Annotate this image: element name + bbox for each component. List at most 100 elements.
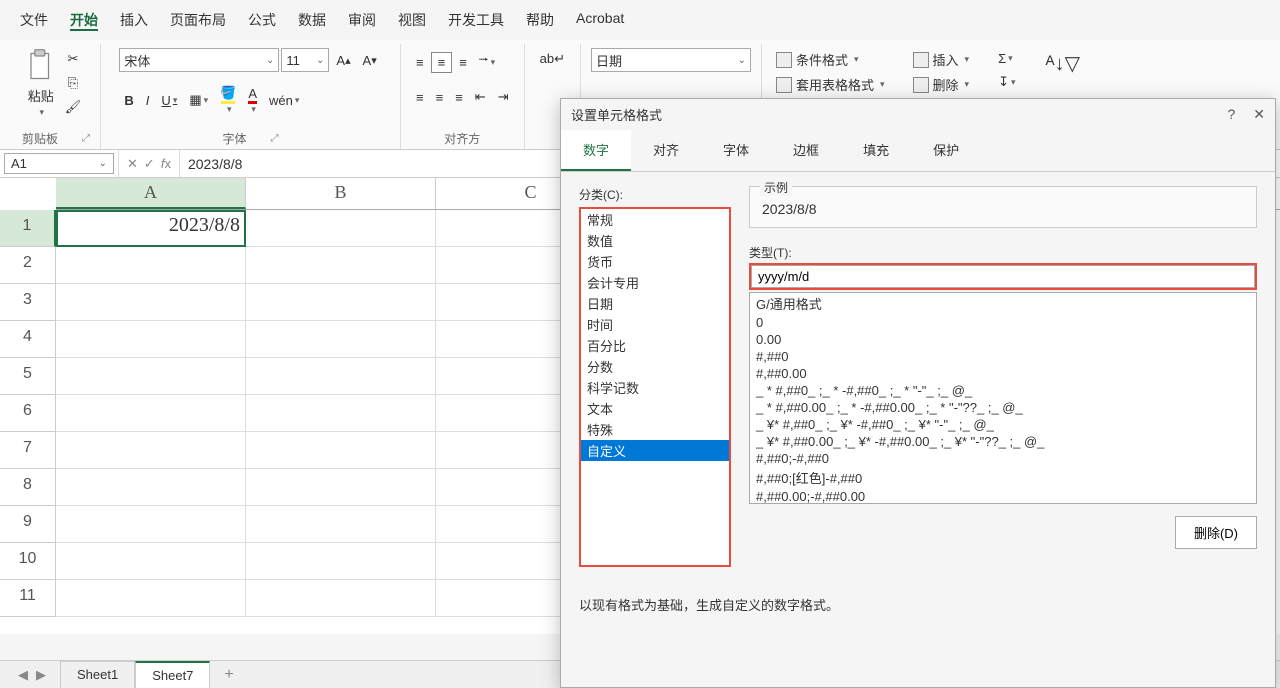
category-item[interactable]: 数值 <box>581 230 729 251</box>
category-item[interactable]: 分数 <box>581 356 729 377</box>
conditional-format-button[interactable]: 条件格式 <box>772 48 863 71</box>
category-item[interactable]: 货币 <box>581 251 729 272</box>
phonetic-button[interactable]: wén <box>264 90 304 111</box>
dialog-tab-填充[interactable]: 填充 <box>841 130 911 171</box>
indent-decrease[interactable]: ⇤ <box>470 86 491 108</box>
cell-B7[interactable] <box>246 432 436 469</box>
format-item[interactable]: 0 <box>750 314 1256 331</box>
dialog-tab-保护[interactable]: 保护 <box>911 130 981 171</box>
menu-视图[interactable]: 视图 <box>396 6 428 34</box>
row-header-2[interactable]: 2 <box>0 247 56 284</box>
type-input[interactable] <box>751 265 1255 288</box>
row-header-5[interactable]: 5 <box>0 358 56 395</box>
menu-文件[interactable]: 文件 <box>18 6 50 34</box>
row-header-4[interactable]: 4 <box>0 321 56 358</box>
indent-increase[interactable]: ⇥ <box>493 86 514 108</box>
menu-公式[interactable]: 公式 <box>246 6 278 34</box>
cell-A6[interactable] <box>56 395 246 432</box>
delete-format-button[interactable]: 删除(D) <box>1175 516 1257 549</box>
sort-filter-button[interactable]: ᴬ↓▽ <box>1041 48 1085 79</box>
cell-A7[interactable] <box>56 432 246 469</box>
menu-开始[interactable]: 开始 <box>68 6 100 34</box>
add-sheet-button[interactable]: + <box>212 662 245 688</box>
cancel-formula-button[interactable]: ✕ <box>127 156 138 172</box>
format-painter-button[interactable]: 🖌 <box>60 96 87 118</box>
format-list[interactable]: G/通用格式00.00#,##0#,##0.00_ * #,##0_ ;_ * … <box>749 292 1257 504</box>
row-header-9[interactable]: 9 <box>0 506 56 543</box>
sheet-tab-Sheet7[interactable]: Sheet7 <box>135 661 210 688</box>
category-item[interactable]: 科学记数 <box>581 377 729 398</box>
fill-color-button[interactable]: 🪣 <box>215 82 241 118</box>
row-header-11[interactable]: 11 <box>0 580 56 617</box>
cut-button[interactable]: ✂ <box>60 48 87 70</box>
cell-B10[interactable] <box>246 543 436 580</box>
fx-button[interactable]: fx <box>161 156 171 171</box>
cell-A4[interactable] <box>56 321 246 358</box>
cell-B5[interactable] <box>246 358 436 395</box>
dialog-close-button[interactable]: ✕ <box>1253 106 1265 123</box>
format-item[interactable]: _ ¥* #,##0.00_ ;_ ¥* -#,##0.00_ ;_ ¥* "-… <box>750 433 1256 450</box>
cell-B8[interactable] <box>246 469 436 506</box>
shrink-font-button[interactable]: A▾ <box>358 50 382 71</box>
format-item[interactable]: #,##0.00;-#,##0.00 <box>750 488 1256 504</box>
row-header-8[interactable]: 8 <box>0 469 56 506</box>
number-format-select[interactable]: 日期⌄ <box>591 48 751 72</box>
cell-A9[interactable] <box>56 506 246 543</box>
sheet-tab-Sheet1[interactable]: Sheet1 <box>60 661 135 688</box>
format-item[interactable]: #,##0.00 <box>750 365 1256 382</box>
cell-B9[interactable] <box>246 506 436 543</box>
bold-button[interactable]: B <box>119 90 138 111</box>
dialog-tab-字体[interactable]: 字体 <box>701 130 771 171</box>
dialog-tab-边框[interactable]: 边框 <box>771 130 841 171</box>
col-header-A[interactable]: A <box>56 178 246 209</box>
row-header-3[interactable]: 3 <box>0 284 56 321</box>
format-item[interactable]: #,##0;[红色]-#,##0 <box>750 467 1256 488</box>
align-bottom[interactable]: ≡ <box>454 52 472 73</box>
border-button[interactable]: ▦ <box>184 89 213 111</box>
cell-B6[interactable] <box>246 395 436 432</box>
category-item[interactable]: 文本 <box>581 398 729 419</box>
dialog-help-button[interactable]: ? <box>1227 106 1235 123</box>
cell-B11[interactable] <box>246 580 436 617</box>
cell-B2[interactable] <box>246 247 436 284</box>
format-item[interactable]: _ * #,##0.00_ ;_ * -#,##0.00_ ;_ * "-"??… <box>750 399 1256 416</box>
category-list[interactable]: 常规数值货币会计专用日期时间百分比分数科学记数文本特殊自定义 <box>579 207 731 567</box>
row-header-6[interactable]: 6 <box>0 395 56 432</box>
italic-button[interactable]: I <box>141 90 155 111</box>
font-color-button[interactable]: A <box>243 83 262 118</box>
dialog-tab-对齐[interactable]: 对齐 <box>631 130 701 171</box>
category-item[interactable]: 会计专用 <box>581 272 729 293</box>
dialog-tab-数字[interactable]: 数字 <box>561 130 631 171</box>
wrap-text-button[interactable]: ab↵ <box>535 48 570 70</box>
format-item[interactable]: _ ¥* #,##0_ ;_ ¥* -#,##0_ ;_ ¥* "-"_ ;_ … <box>750 416 1256 433</box>
format-item[interactable]: 0.00 <box>750 331 1256 348</box>
col-header-B[interactable]: B <box>246 178 436 209</box>
cell-A3[interactable] <box>56 284 246 321</box>
row-header-1[interactable]: 1 <box>0 210 56 247</box>
cell-A10[interactable] <box>56 543 246 580</box>
cell-B4[interactable] <box>246 321 436 358</box>
sheet-nav-next[interactable]: ▶ <box>36 667 46 683</box>
menu-数据[interactable]: 数据 <box>296 6 328 34</box>
category-item[interactable]: 常规 <box>581 209 729 230</box>
menu-开发工具[interactable]: 开发工具 <box>446 6 506 34</box>
category-item[interactable]: 特殊 <box>581 419 729 440</box>
confirm-formula-button[interactable]: ✓ <box>144 156 155 172</box>
paste-button[interactable]: 粘贴 <box>26 48 56 118</box>
copy-button[interactable]: ⎘ <box>60 72 87 94</box>
cell-A8[interactable] <box>56 469 246 506</box>
category-item[interactable]: 自定义 <box>581 440 729 461</box>
format-item[interactable]: _ * #,##0_ ;_ * -#,##0_ ;_ * "-"_ ;_ @_ <box>750 382 1256 399</box>
category-item[interactable]: 百分比 <box>581 335 729 356</box>
format-item[interactable]: G/通用格式 <box>750 293 1256 314</box>
cell-B1[interactable] <box>246 210 436 247</box>
format-item[interactable]: #,##0;-#,##0 <box>750 450 1256 467</box>
cell-A1[interactable]: 2023/8/8 <box>56 210 246 247</box>
font-launcher[interactable]: ⤢ <box>271 133 279 144</box>
align-top[interactable]: ≡ <box>411 52 429 73</box>
fill-down-button[interactable]: ↧ <box>993 71 1020 93</box>
align-left[interactable]: ≡ <box>411 87 429 108</box>
row-header-10[interactable]: 10 <box>0 543 56 580</box>
sheet-nav-prev[interactable]: ◀ <box>18 667 28 683</box>
insert-cells-button[interactable]: 插入 <box>909 48 974 71</box>
